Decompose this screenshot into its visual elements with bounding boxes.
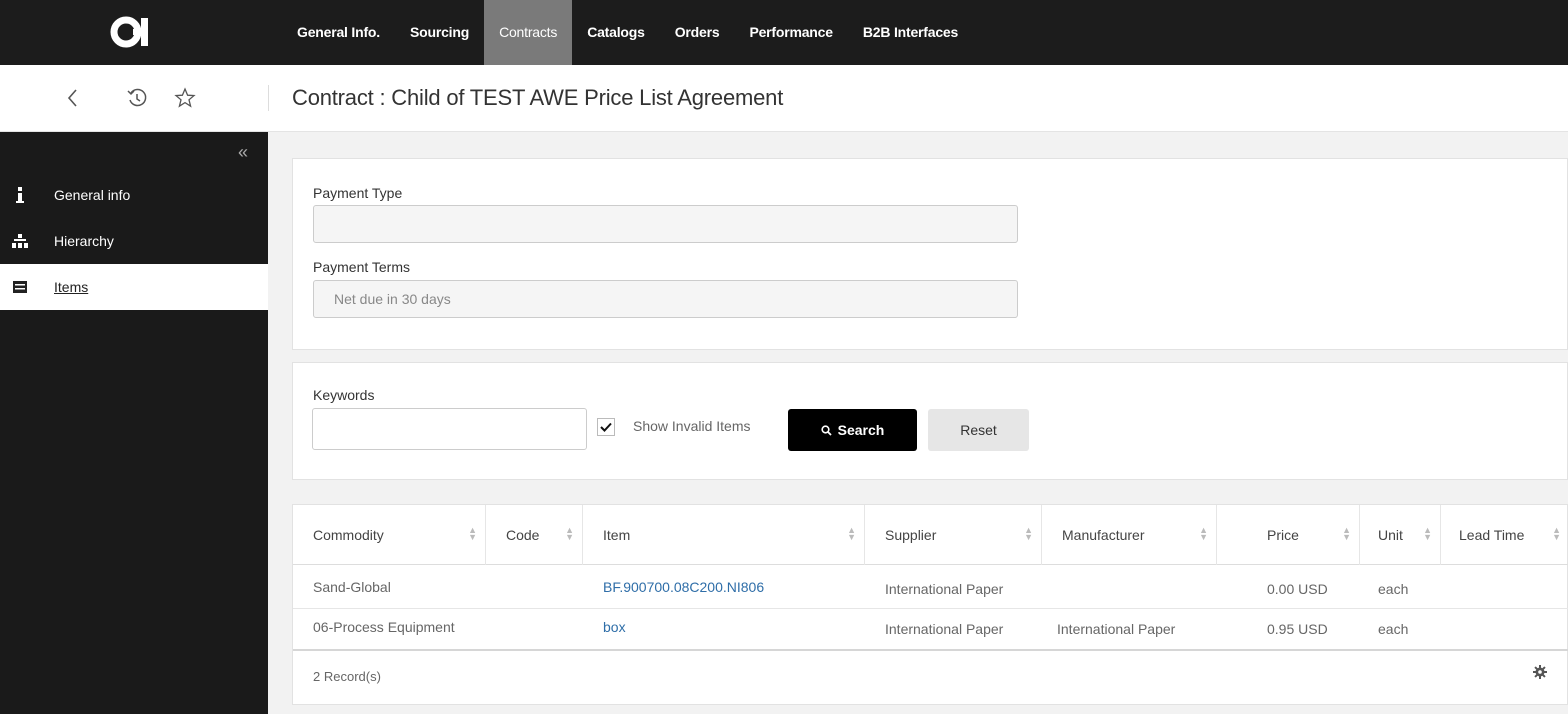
page-header: Contract : Child of TEST AWE Price List …: [0, 65, 1568, 132]
column-label: Price: [1267, 527, 1299, 543]
history-icon: [127, 88, 147, 107]
column-header-code[interactable]: Code ▲ ▼: [486, 505, 583, 565]
column-label: Code: [506, 527, 540, 543]
show-invalid-label: Show Invalid Items: [633, 418, 751, 434]
sort-icon: ▲ ▼: [1024, 525, 1033, 542]
sort-icon: ▲ ▼: [847, 525, 856, 542]
column-label: Unit: [1378, 527, 1403, 543]
chevron-left-icon: [67, 89, 77, 107]
cell-supplier: International Paper: [885, 581, 1004, 597]
column-header-commodity[interactable]: Commodity ▲ ▼: [293, 505, 486, 565]
search-button[interactable]: Search: [788, 409, 917, 451]
cell-manufacturer: International Paper: [1057, 621, 1176, 637]
cell-unit: each: [1378, 581, 1409, 597]
payment-type-label: Payment Type: [313, 185, 403, 201]
sort-icon: ▲ ▼: [1423, 525, 1432, 542]
header-divider: [268, 85, 269, 111]
sidebar-item-label: General info: [54, 187, 131, 203]
sort-icon: ▲ ▼: [1199, 525, 1208, 542]
show-invalid-checkbox[interactable]: [597, 418, 615, 436]
column-header-price[interactable]: Price ▲ ▼: [1217, 505, 1360, 565]
nav-sourcing[interactable]: Sourcing: [395, 0, 484, 65]
favorite-button[interactable]: [172, 85, 198, 111]
list-icon: [8, 281, 32, 293]
top-nav-bar: General Info. Sourcing Contracts Catalog…: [0, 0, 1568, 65]
column-label: Manufacturer: [1062, 527, 1145, 543]
cell-item-link[interactable]: box: [603, 619, 626, 635]
page-title: Contract : Child of TEST AWE Price List …: [292, 85, 784, 110]
row-divider: [293, 649, 1568, 651]
cell-supplier: International Paper: [885, 621, 1004, 637]
nav-performance[interactable]: Performance: [734, 0, 847, 65]
gear-icon: [1533, 665, 1547, 679]
sidebar-item-items[interactable]: Items: [0, 264, 268, 310]
search-icon: [821, 424, 832, 436]
sort-icon: ▲ ▼: [1552, 525, 1561, 542]
cell-unit: each: [1378, 621, 1409, 637]
nav-catalogs[interactable]: Catalogs: [572, 0, 660, 65]
checkmark-icon: [600, 422, 612, 432]
sidebar-item-general-info[interactable]: General info: [0, 172, 268, 218]
table-header: Commodity ▲ ▼ Code ▲ ▼ Item ▲ ▼ Supplier ▲ ▼…: [293, 505, 1568, 565]
sidebar: « General info Hierarchy Items: [0, 132, 268, 714]
keywords-input[interactable]: [312, 408, 587, 450]
cell-commodity: 06-Process Equipment: [313, 619, 455, 635]
keywords-label: Keywords: [313, 387, 375, 403]
cell-item-link[interactable]: BF.900700.08C200.NI806: [603, 579, 764, 595]
column-header-lead-time[interactable]: Lead Time ▲ ▼: [1441, 505, 1568, 565]
cell-price: 0.95 USD: [1267, 621, 1328, 637]
cell-price: 0.00 USD: [1267, 581, 1328, 597]
column-header-item[interactable]: Item ▲ ▼: [583, 505, 865, 565]
nav-contracts[interactable]: Contracts: [484, 0, 573, 65]
search-button-label: Search: [837, 422, 885, 438]
double-chevron-left-icon: «: [238, 142, 249, 162]
column-label: Commodity: [313, 527, 384, 543]
column-label: Lead Time: [1459, 527, 1525, 543]
table-settings-button[interactable]: [1533, 665, 1547, 684]
sort-icon: ▲ ▼: [1342, 525, 1351, 542]
sidebar-item-hierarchy[interactable]: Hierarchy: [0, 218, 268, 264]
column-header-manufacturer[interactable]: Manufacturer ▲ ▼: [1042, 505, 1217, 565]
payment-type-field[interactable]: [313, 205, 1018, 243]
back-button[interactable]: [60, 85, 86, 111]
nav-orders[interactable]: Orders: [660, 0, 735, 65]
nav-general-info[interactable]: General Info.: [282, 0, 395, 65]
column-header-supplier[interactable]: Supplier ▲ ▼: [865, 505, 1042, 565]
collapse-sidebar-button[interactable]: «: [238, 142, 248, 163]
info-icon: [8, 187, 32, 203]
row-divider: [293, 608, 1568, 609]
oi-logo[interactable]: [108, 14, 168, 50]
column-label: Supplier: [885, 527, 937, 543]
nav-b2b-interfaces[interactable]: B2B Interfaces: [848, 0, 973, 65]
main-nav: General Info. Sourcing Contracts Catalog…: [282, 0, 973, 65]
history-button[interactable]: [124, 85, 150, 111]
sort-icon: ▲ ▼: [468, 525, 477, 542]
reset-button[interactable]: Reset: [928, 409, 1029, 451]
cell-commodity: Sand-Global: [313, 579, 391, 595]
sort-icon: ▲ ▼: [565, 525, 574, 542]
column-label: Item: [603, 527, 631, 543]
sidebar-item-label: Items: [54, 279, 89, 295]
items-table: Commodity ▲ ▼ Code ▲ ▼ Item ▲ ▼ Supplier ▲ ▼…: [292, 504, 1568, 705]
records-count: 2 Record(s): [313, 669, 381, 684]
sidebar-item-label: Hierarchy: [54, 233, 114, 249]
hierarchy-icon: [8, 234, 32, 248]
payment-terms-field[interactable]: Net due in 30 days: [313, 280, 1018, 318]
payment-terms-label: Payment Terms: [313, 259, 410, 275]
payment-card: Payment Type Payment Terms Net due in 30…: [292, 158, 1568, 350]
column-header-unit[interactable]: Unit ▲ ▼: [1360, 505, 1441, 565]
star-outline-icon: [174, 87, 196, 108]
